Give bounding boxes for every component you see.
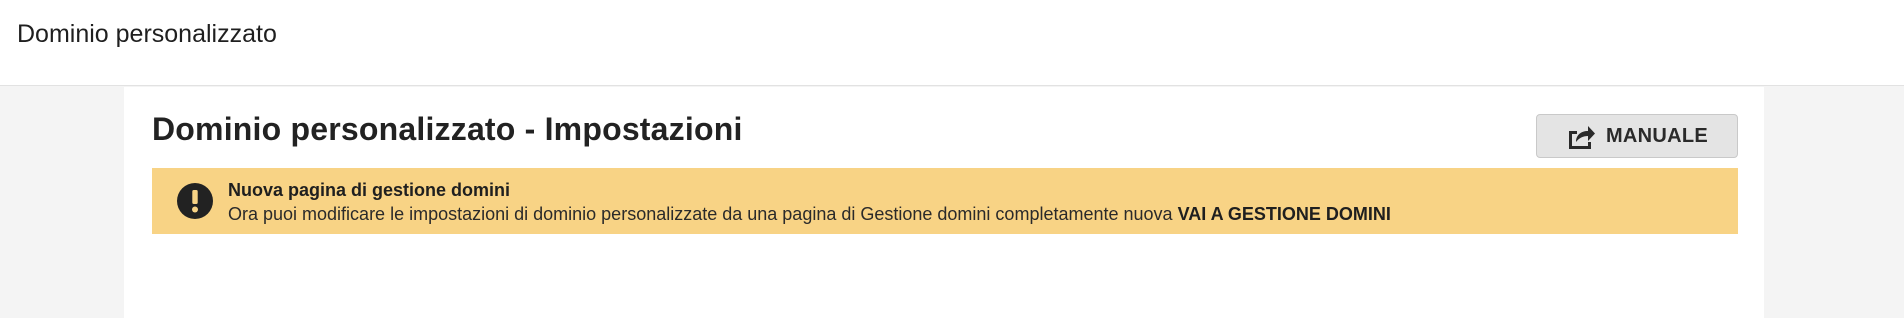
manual-button-label: MANUALE — [1605, 124, 1709, 147]
manual-button[interactable]: MANUALE — [1536, 114, 1738, 158]
info-alert: Nuova pagina di gestione domini Ora puoi… — [152, 168, 1738, 234]
alert-title: Nuova pagina di gestione domini — [228, 180, 511, 200]
alert-message: Ora puoi modificare le impostazioni di d… — [228, 203, 1391, 225]
exclamation-circle-icon — [177, 183, 213, 219]
alert-message-text: Ora puoi modificare le impostazioni di d… — [228, 204, 1173, 224]
top-bar: Dominio personalizzato — [0, 0, 1904, 86]
share-arrow-icon — [1566, 122, 1596, 150]
content-panel: Dominio personalizzato - Impostazioni MA… — [124, 87, 1764, 318]
topbar-title: Dominio personalizzato — [17, 20, 277, 48]
go-to-domain-management-link[interactable]: VAI A GESTIONE DOMINI — [1178, 204, 1391, 224]
page-title: Dominio personalizzato - Impostazioni — [152, 111, 743, 147]
